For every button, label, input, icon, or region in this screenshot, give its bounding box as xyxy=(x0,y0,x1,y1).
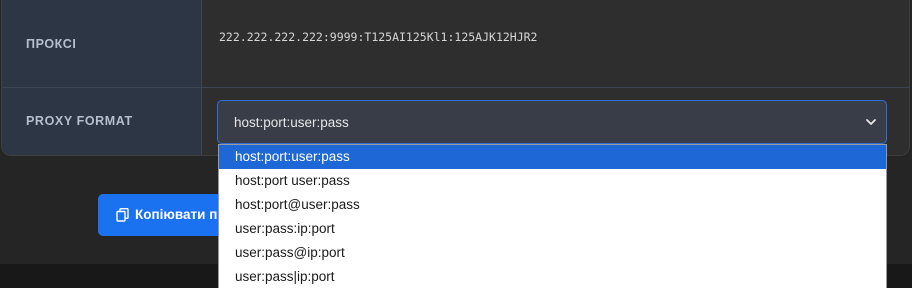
chevron-down-icon xyxy=(866,119,876,125)
proxy-format-dropdown: host:port:user:pass host:port user:pass … xyxy=(218,144,887,288)
copy-icon xyxy=(116,208,129,222)
format-option-host-port-space-user-pass[interactable]: host:port user:pass xyxy=(219,169,886,193)
format-option-user-pass-pipe-ip-port[interactable]: user:pass|ip:port xyxy=(219,265,886,288)
format-option-host-port-at-user-pass[interactable]: host:port@user:pass xyxy=(219,193,886,217)
format-option-user-pass-ip-port[interactable]: user:pass:ip:port xyxy=(219,217,886,241)
proxy-format-select[interactable]: host:port:user:pass xyxy=(217,100,887,144)
proxy-format-label-cell: PROXY FORMAT xyxy=(2,88,202,155)
format-option-user-pass-at-ip-port[interactable]: user:pass@ip:port xyxy=(219,241,886,265)
proxy-label: ПРОКСІ xyxy=(26,37,77,51)
proxy-row: ПРОКСІ 222.222.222.222:9999:T125AI125Kl1… xyxy=(2,0,909,88)
format-option-host-port-user-pass[interactable]: host:port:user:pass xyxy=(219,145,886,169)
proxy-value-cell: 222.222.222.222:9999:T125AI125Kl1:125AJK… xyxy=(202,0,909,87)
proxy-value: 222.222.222.222:9999:T125AI125Kl1:125AJK… xyxy=(219,30,538,44)
proxy-format-selected-value: host:port:user:pass xyxy=(234,115,349,130)
copy-button-label: Копіювати п xyxy=(135,207,218,222)
proxy-label-cell: ПРОКСІ xyxy=(2,0,202,87)
proxy-format-label: PROXY FORMAT xyxy=(26,114,133,128)
